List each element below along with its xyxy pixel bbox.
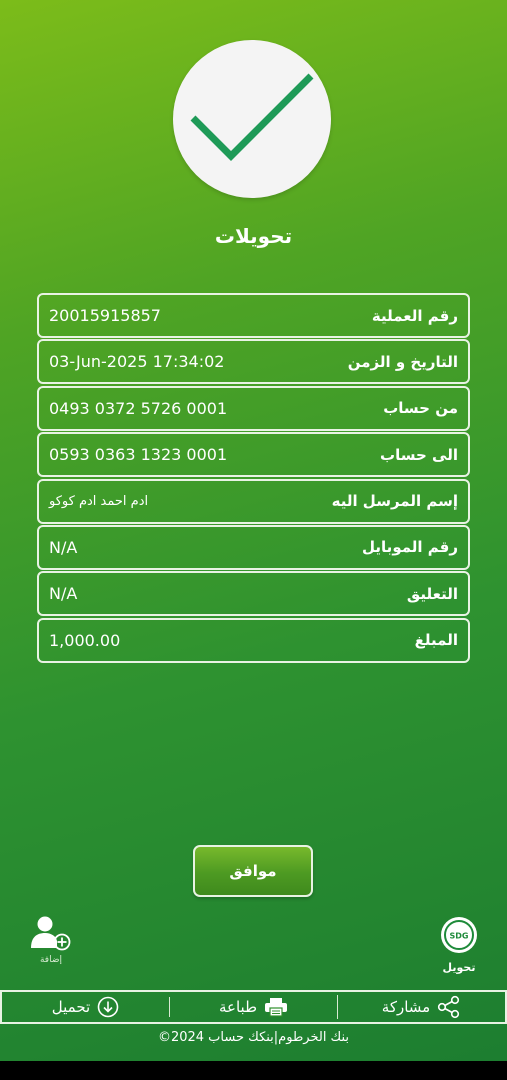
success-check-badge: [173, 40, 331, 198]
page-title: تحويلات: [214, 224, 293, 248]
datetime-value: 03-Jun-2025 17:34:02: [49, 352, 225, 372]
add-contact-button[interactable]: إضافة: [26, 915, 76, 965]
detail-row-to-account: 0593 0363 1323 0001 الى حساب: [37, 432, 470, 478]
transfer-label: تحويل: [442, 961, 476, 974]
recipient-name-value: ادم احمد ادم كوكو: [49, 493, 149, 509]
copyright-footer: ©2024 بنك الخرطوم|بنكك حساب: [157, 1030, 350, 1045]
mobile-label: رقم الموبايل: [362, 538, 458, 557]
detail-row-comment: N/A التعليق: [37, 571, 470, 617]
add-contact-label: إضافة: [39, 955, 62, 965]
comment-value: N/A: [49, 584, 78, 604]
print-label: طباعة: [218, 998, 258, 1016]
transaction-id-value: 20015915857: [49, 306, 161, 325]
transfer-receipt-screen: تحويلات 20015915857 رقم العملية 03-Jun-2…: [0, 0, 507, 1080]
sdg-badge-text: SDG: [450, 932, 469, 941]
mobile-value: N/A: [49, 537, 78, 557]
sdg-currency-icon: SDG: [441, 917, 477, 953]
download-label: تحميل: [51, 998, 91, 1016]
download-icon: [97, 996, 119, 1018]
system-navigation-bar: [0, 1061, 507, 1080]
print-button[interactable]: طباعة: [169, 997, 337, 1017]
printer-icon: [265, 998, 288, 1017]
detail-row-amount: 1,000.00 المبلغ: [37, 617, 470, 663]
from-account-label: من حساب: [383, 399, 458, 418]
share-icon: [438, 995, 460, 1019]
add-user-icon: [31, 916, 71, 951]
detail-row-from-account: 0493 0372 5726 0001 من حساب: [37, 385, 470, 431]
action-bar: تحميل طباعة مشاركة: [0, 990, 507, 1024]
share-button[interactable]: مشاركة: [337, 995, 505, 1019]
from-account-value: 0493 0372 5726 0001: [49, 398, 228, 418]
transfer-shortcut[interactable]: SDG تحويل: [435, 915, 483, 974]
detail-row-mobile: N/A رقم الموبايل: [37, 524, 470, 570]
comment-label: التعليق: [406, 584, 458, 603]
transaction-details: 20015915857 رقم العملية 03-Jun-2025 17:3…: [37, 293, 470, 664]
amount-label: المبلغ: [414, 631, 458, 650]
recipient-name-label: إسم المرسل اليه: [331, 492, 458, 511]
amount-value: 1,000.00: [49, 630, 121, 650]
detail-row-transaction-id: 20015915857 رقم العملية: [37, 293, 470, 338]
checkmark-icon: [190, 73, 314, 161]
ok-button[interactable]: موافق: [193, 845, 313, 897]
share-label: مشاركة: [381, 998, 431, 1016]
datetime-label: التاريخ و الزمن: [347, 352, 458, 371]
detail-row-recipient-name: ادم احمد ادم كوكو إسم المرسل اليه: [37, 478, 470, 524]
to-account-value: 0593 0363 1323 0001: [49, 445, 228, 465]
transaction-id-label: رقم العملية: [371, 306, 458, 325]
to-account-label: الى حساب: [380, 445, 458, 464]
detail-row-datetime: 03-Jun-2025 17:34:02 التاريخ و الزمن: [37, 339, 470, 385]
download-button[interactable]: تحميل: [2, 996, 169, 1018]
